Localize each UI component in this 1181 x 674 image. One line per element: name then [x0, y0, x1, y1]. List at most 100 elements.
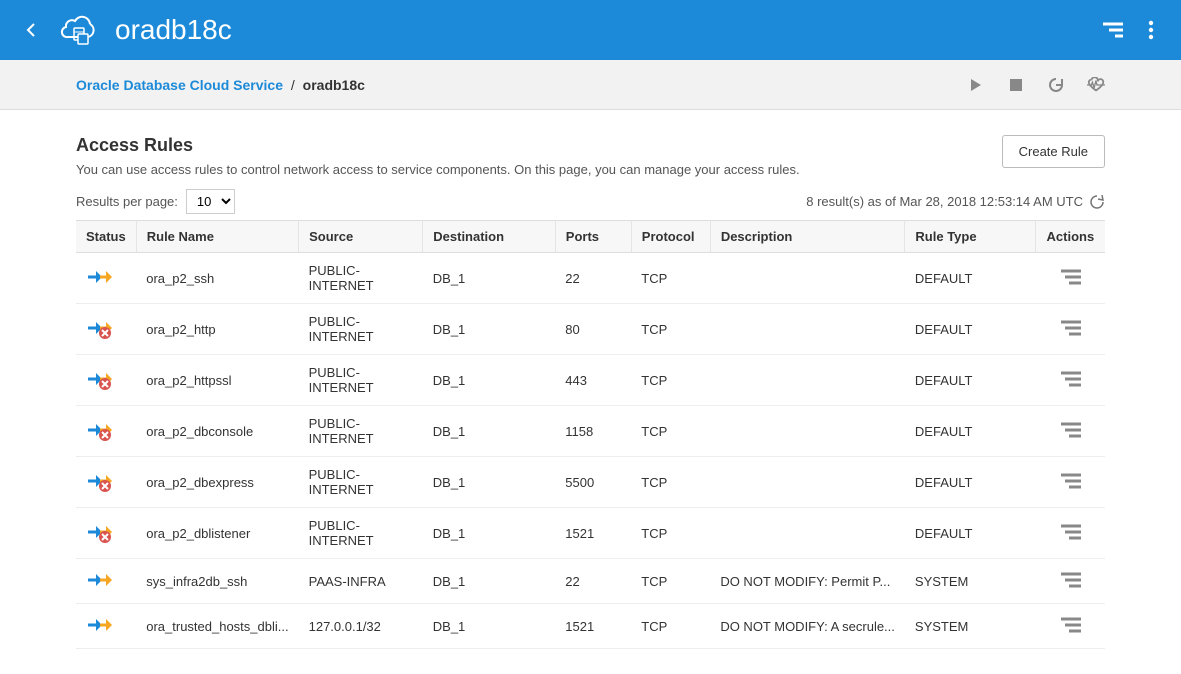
status-icon: [86, 317, 110, 341]
status-icon: [86, 521, 110, 545]
ports-cell: 5500: [555, 457, 631, 508]
status-icon: [86, 470, 110, 494]
rule-type-cell: SYSTEM: [905, 559, 1035, 604]
destination-cell: DB_1: [423, 457, 556, 508]
sub-header: Oracle Database Cloud Service / oradb18c: [0, 60, 1181, 110]
rule-type-cell: DEFAULT: [905, 508, 1035, 559]
list-lines-icon[interactable]: [1103, 20, 1123, 40]
destination-cell: DB_1: [423, 406, 556, 457]
results-per-page-select[interactable]: 10: [186, 189, 235, 214]
status-icon: [86, 368, 110, 392]
col-protocol[interactable]: Protocol: [631, 221, 710, 253]
page-title: oradb18c: [115, 14, 232, 46]
top-banner: oradb18c: [0, 0, 1181, 60]
table-row: ora_p2_dbexpress PUBLIC-INTERNETDB_15500T…: [76, 457, 1105, 508]
ports-cell: 1521: [555, 508, 631, 559]
protocol-cell: TCP: [631, 508, 710, 559]
rule-type-cell: DEFAULT: [905, 406, 1035, 457]
refresh-icon[interactable]: [1089, 194, 1105, 210]
cloud-service-icon: [60, 10, 100, 50]
results-per-page-label: Results per page:: [76, 194, 178, 209]
row-actions-menu-icon[interactable]: [1061, 269, 1079, 287]
table-header-row: Status Rule Name Source Destination Port…: [76, 221, 1105, 253]
rule-name-cell: ora_p2_httpssl: [146, 373, 231, 388]
table-row: ora_p2_ssh PUBLIC-INTERNETDB_122TCP DEFAUL…: [76, 253, 1105, 304]
banner-actions: [1103, 20, 1161, 40]
rule-name-cell: ora_p2_ssh: [146, 271, 214, 286]
access-rules-table: Status Rule Name Source Destination Port…: [76, 220, 1105, 649]
start-icon[interactable]: [967, 76, 985, 94]
status-icon: [86, 614, 110, 638]
table-row: ora_trusted_hosts_dbli... 127.0.0.1/32DB_…: [76, 604, 1105, 649]
protocol-cell: TCP: [631, 304, 710, 355]
protocol-cell: TCP: [631, 604, 710, 649]
col-rule-type[interactable]: Rule Type: [905, 221, 1035, 253]
protocol-cell: TCP: [631, 253, 710, 304]
breadcrumb-parent-link[interactable]: Oracle Database Cloud Service: [76, 77, 283, 93]
status-icon: [86, 419, 110, 443]
rule-name-cell: sys_infra2db_ssh: [146, 574, 247, 589]
row-actions-menu-icon[interactable]: [1061, 320, 1079, 338]
ports-cell: 443: [555, 355, 631, 406]
protocol-cell: TCP: [631, 355, 710, 406]
rule-type-cell: DEFAULT: [905, 355, 1035, 406]
source-cell: PUBLIC-INTERNET: [299, 406, 423, 457]
ports-cell: 80: [555, 304, 631, 355]
table-row: ora_p2_httpPUBLIC-INTERNETDB_180TCPDEFAU…: [76, 304, 1105, 355]
row-actions-menu-icon[interactable]: [1061, 572, 1079, 590]
col-ports[interactable]: Ports: [555, 221, 631, 253]
restart-icon[interactable]: [1047, 76, 1065, 94]
protocol-cell: TCP: [631, 559, 710, 604]
destination-cell: DB_1: [423, 604, 556, 649]
section-title: Access Rules: [76, 135, 800, 156]
meta-row: Results per page: 10 8 result(s) as of M…: [76, 189, 1105, 214]
status-icon: [86, 569, 110, 593]
col-rule-name[interactable]: Rule Name: [136, 221, 298, 253]
protocol-cell: TCP: [631, 457, 710, 508]
source-cell: PUBLIC-INTERNET: [299, 508, 423, 559]
row-actions-menu-icon[interactable]: [1061, 473, 1079, 491]
rule-name-cell: ora_p2_dbexpress: [146, 475, 254, 490]
rule-type-cell: DEFAULT: [905, 304, 1035, 355]
status-icon: [86, 266, 110, 290]
create-rule-button[interactable]: Create Rule: [1002, 135, 1105, 168]
destination-cell: DB_1: [423, 355, 556, 406]
col-description[interactable]: Description: [710, 221, 905, 253]
row-actions-menu-icon[interactable]: [1061, 422, 1079, 440]
results-count-text: 8 result(s) as of Mar 28, 2018 12:53:14 …: [806, 194, 1083, 209]
ports-cell: 22: [555, 253, 631, 304]
source-cell: PUBLIC-INTERNET: [299, 253, 423, 304]
instance-actions: [967, 76, 1105, 94]
rule-name-cell: ora_p2_dbconsole: [146, 424, 253, 439]
rule-name-cell: ora_trusted_hosts_dbli...: [146, 619, 288, 634]
table-row: ora_p2_dblistenerPUBLIC-INTERNETDB_11521…: [76, 508, 1105, 559]
row-actions-menu-icon[interactable]: [1061, 371, 1079, 389]
back-chevron-icon[interactable]: [20, 18, 44, 42]
ports-cell: 1158: [555, 406, 631, 457]
col-status[interactable]: Status: [76, 221, 136, 253]
rule-type-cell: DEFAULT: [905, 457, 1035, 508]
kebab-menu-icon[interactable]: [1141, 20, 1161, 40]
content-area: Access Rules You can use access rules to…: [0, 110, 1181, 674]
description-cell: DO NOT MODIFY: Permit P...: [720, 574, 890, 589]
stop-icon[interactable]: [1007, 76, 1025, 94]
breadcrumb-current: oradb18c: [303, 77, 365, 93]
rule-name-cell: ora_p2_dblistener: [146, 526, 250, 541]
health-icon[interactable]: [1087, 76, 1105, 94]
col-actions[interactable]: Actions: [1035, 221, 1105, 253]
ports-cell: 22: [555, 559, 631, 604]
col-source[interactable]: Source: [299, 221, 423, 253]
source-cell: PAAS-INFRA: [299, 559, 423, 604]
source-cell: PUBLIC-INTERNET: [299, 304, 423, 355]
source-cell: 127.0.0.1/32: [299, 604, 423, 649]
col-destination[interactable]: Destination: [423, 221, 556, 253]
row-actions-menu-icon[interactable]: [1061, 617, 1079, 635]
rule-type-cell: DEFAULT: [905, 253, 1035, 304]
table-row: ora_p2_httpsslPUBLIC-INTERNETDB_1443TCPD…: [76, 355, 1105, 406]
destination-cell: DB_1: [423, 253, 556, 304]
source-cell: PUBLIC-INTERNET: [299, 457, 423, 508]
breadcrumb-separator: /: [291, 77, 295, 93]
breadcrumb: Oracle Database Cloud Service / oradb18c: [76, 77, 365, 93]
row-actions-menu-icon[interactable]: [1061, 524, 1079, 542]
ports-cell: 1521: [555, 604, 631, 649]
